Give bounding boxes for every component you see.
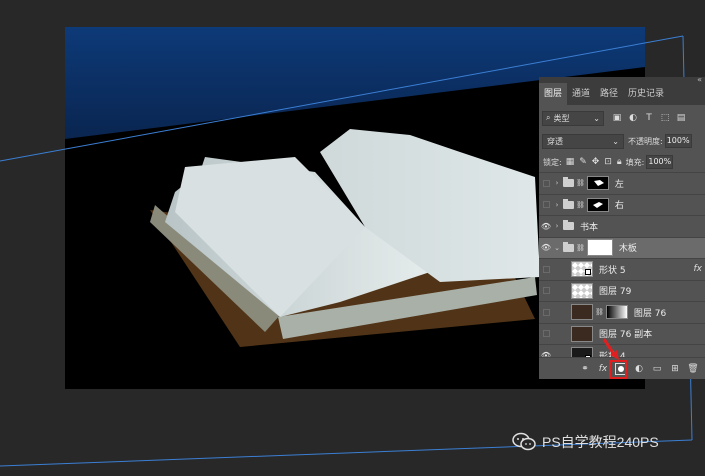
chevron-right-icon[interactable]: › [553,179,561,187]
chevron-down-icon: ⌄ [612,136,619,146]
watermark-text: PS自学教程240PS [542,434,659,450]
wechat-icon [512,432,536,451]
lock-label: 锁定: [543,157,562,167]
fx-icon[interactable]: fx [694,264,703,274]
layer-row-right-group[interactable]: › ⛓ 右 [539,193,705,216]
pixel-filter-icon[interactable]: ▣ [612,113,622,123]
layer-name[interactable]: 图层 76 [634,306,666,319]
type-filter-icon[interactable]: T [644,113,654,123]
fill-input[interactable]: 100% [646,155,674,169]
layer-row-left-group[interactable]: › ⛓ 左 [539,172,705,194]
lock-all-icon[interactable]: 🔒︎ [617,157,622,167]
tab-channels[interactable]: 通道 [567,83,595,105]
eye-icon[interactable]: 👁︎ [539,238,553,259]
layer-name[interactable]: 图层 79 [599,284,631,297]
layer-name[interactable]: 木板 [619,241,637,254]
visibility-toggle[interactable] [539,324,553,345]
layer-row-shape-5[interactable]: 形状 5 fx [539,258,705,280]
visibility-toggle[interactable] [539,195,553,216]
link-icon: ⛓ [576,243,585,252]
visibility-toggle[interactable] [539,259,553,280]
folder-icon [563,177,574,188]
adjustment-filter-icon[interactable]: ◐ [628,113,638,123]
lock-icons: ▦ ✎ ✥ ⊡ 🔒︎ [566,157,622,167]
link-layers-icon[interactable]: ⚭ [579,363,591,375]
filter-row: ⌕ 类型 ⌄ ▣ ◐ T ⬚ ▤ [539,107,705,129]
fill-label: 填充: [625,157,645,167]
mask-thumbnail[interactable] [586,197,609,212]
shape-filter-icon[interactable]: ⬚ [660,113,670,123]
mask-thumbnail[interactable] [605,305,628,320]
mask-button-highlight [609,360,627,379]
layer-row-layer-79[interactable]: 图层 79 [539,279,705,302]
link-icon: ⛓ [576,200,585,209]
lock-row: 锁定: ▦ ✎ ✥ ⊡ 🔒︎ 填充: 100% [539,153,705,171]
visibility-toggle[interactable] [539,173,553,194]
layer-name[interactable]: 形状 5 [599,263,626,276]
filter-icons: ▣ ◐ T ⬚ ▤ [612,113,686,123]
blend-row: 穿透 ⌄ 不透明度: 100% [539,131,705,151]
folder-icon [563,220,574,231]
visibility-toggle[interactable] [539,281,553,302]
fx-icon[interactable]: fx [597,363,609,375]
new-group-icon[interactable]: ▭ [651,363,663,375]
lock-brush-icon[interactable]: ✎ [579,157,587,167]
delete-layer-icon[interactable]: 🗑︎ [687,363,699,375]
layer-row-layer-76[interactable]: ⛓ 图层 76 [539,301,705,323]
layers-panel: « 图层 通道 路径 历史记录 ⌕ 类型 ⌄ ▣ ◐ T ⬚ ▤ 穿透 ⌄ 不透… [539,75,705,379]
visibility-toggle[interactable] [539,302,553,323]
lock-transparency-icon[interactable]: ▦ [566,157,575,167]
blend-mode-value: 穿透 [547,136,563,146]
tab-layers[interactable]: 图层 [539,83,568,105]
layer-thumbnail[interactable] [571,304,593,321]
layer-name[interactable]: 左 [615,177,624,190]
search-icon: ⌕ [546,113,551,122]
link-icon: ⛓ [576,179,585,188]
new-layer-icon[interactable]: ⊞ [669,363,681,375]
link-icon: ⛓ [595,308,604,317]
tab-history[interactable]: 历史记录 [623,83,669,105]
chevron-down-icon: ⌄ [593,113,600,123]
chevron-right-icon[interactable]: › [553,201,561,209]
lock-move-icon[interactable]: ✥ [592,157,600,167]
lock-artboard-icon[interactable]: ⊡ [604,157,612,167]
layer-row-book-group[interactable]: 👁︎ › 书本 [539,215,705,237]
layer-filter-select[interactable]: ⌕ 类型 ⌄ [542,110,604,126]
eye-icon[interactable]: 👁︎ [539,216,553,237]
red-arrow-icon [602,338,619,360]
blend-mode-select[interactable]: 穿透 ⌄ [542,133,624,149]
filter-label: 类型 [553,113,570,123]
opacity-input[interactable]: 100% [664,134,692,148]
mask-thumbnail[interactable] [586,176,609,191]
folder-icon [563,198,574,209]
adjustment-layer-icon[interactable]: ◐ [633,363,645,375]
chevron-down-icon[interactable]: ⌄ [553,244,561,252]
layer-thumbnail[interactable] [571,325,593,342]
layer-name[interactable]: 书本 [580,220,598,233]
panel-tabs: 图层 通道 路径 历史记录 [539,83,705,105]
mask-thumbnail[interactable] [586,239,613,257]
chevron-right-icon[interactable]: › [553,222,561,230]
folder-open-icon [563,241,574,252]
layer-thumbnail[interactable] [571,261,593,278]
opacity-label: 不透明度: [628,136,663,146]
tab-paths[interactable]: 路径 [595,83,623,105]
layer-thumbnail[interactable] [571,282,593,299]
watermark: PS自学教程240PS [512,432,659,452]
layer-row-wood-group[interactable]: 👁︎ ⌄ ⛓ 木板 [539,236,705,259]
smart-object-filter-icon[interactable]: ▤ [676,113,686,123]
layer-name[interactable]: 右 [615,198,624,211]
